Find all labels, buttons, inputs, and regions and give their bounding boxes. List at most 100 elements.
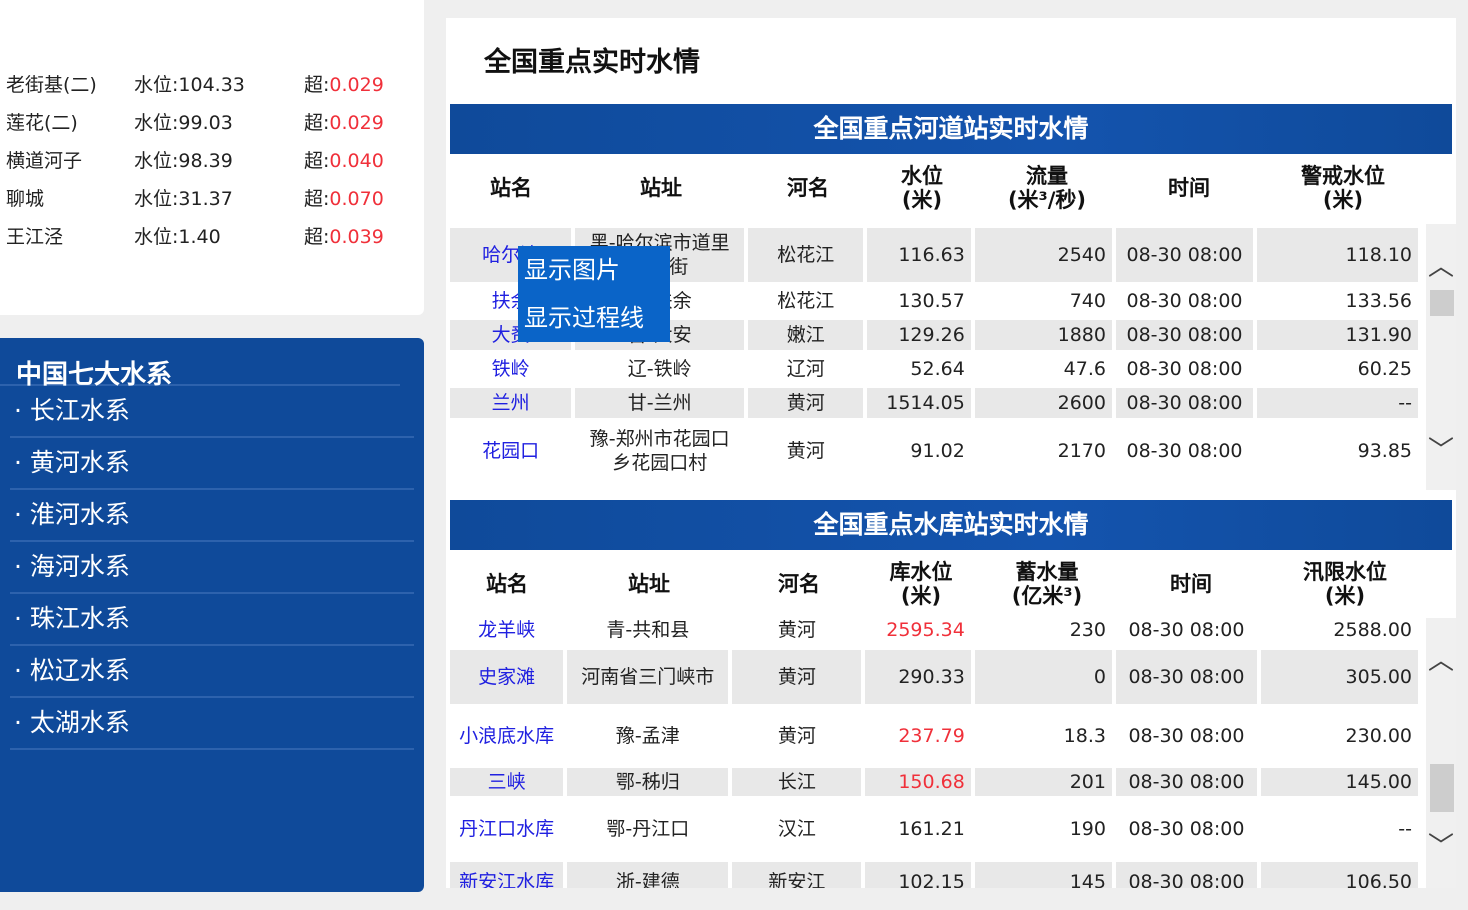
scroll-up-icon[interactable]: ︿: [1426, 246, 1456, 283]
water-level: 1514.05: [867, 388, 971, 418]
over-label: 超:: [304, 150, 330, 172]
limit-level: 131.90: [1257, 320, 1419, 350]
over-label: 超:: [304, 74, 330, 96]
station-name-link[interactable]: 王江泾: [6, 222, 134, 252]
water-level: 161.21: [898, 818, 965, 840]
time: 08-30 08:00: [1128, 725, 1245, 747]
table-row: 花园口 豫-郑州市花园口乡花园口村 黄河 91.02 2170 08-30 08:00 93…: [450, 422, 1422, 480]
scroll-down-icon[interactable]: ﹀: [1426, 430, 1456, 467]
time: 08-30 08:00: [1128, 818, 1245, 840]
river-name: 黄河: [777, 725, 816, 747]
limit-level: 2588.00: [1333, 619, 1412, 641]
river-name: 嫩江: [748, 320, 864, 350]
station-name-link[interactable]: 老街基(二): [6, 70, 134, 100]
menu-item-show-image[interactable]: 显示图片: [518, 246, 670, 294]
over-label: 超:: [304, 112, 330, 134]
river-name: 黄河: [748, 388, 864, 418]
station-name-link[interactable]: 新安江水库: [450, 862, 564, 888]
limit-level: 60.25: [1357, 358, 1413, 380]
column-header: 蓄水量 (亿米³): [1011, 560, 1083, 608]
water-level: 130.57: [898, 290, 965, 312]
river-name: 黄河: [777, 619, 816, 641]
realtime-water-panel: 全国重点实时水情 全国重点河道站实时水情 站名 站址 河名 水位 (米) 流量 (米³/秒)…: [446, 18, 1456, 888]
table-row: 三峡 鄂-秭归 长江 150.68 201 08-30 08:00 145.00: [450, 768, 1422, 796]
table-row: 小浪底水库 豫-孟津 黄河 237.79 18.3 08-30 08:00 230.00: [450, 708, 1422, 764]
scroll-up-icon[interactable]: ︿: [1426, 640, 1456, 677]
station-name-link[interactable]: 聊城: [6, 184, 134, 214]
station-name-link[interactable]: 花园口: [450, 422, 571, 480]
table-row: 新安江水库 浙-建德 新安江 102.15 145 08-30 08:00 106.50: [450, 862, 1422, 888]
table-row: 龙羊峡 青-共和县 黄河 2595.34 230 08-30 08:00 2588.00: [450, 614, 1422, 646]
station-name-link[interactable]: 史家滩: [450, 650, 564, 704]
station-name-link[interactable]: 铁岭: [450, 354, 571, 384]
over-value: 0.039: [329, 226, 384, 248]
water-system-link[interactable]: · 淮河水系: [10, 490, 414, 542]
flow-value: 47.6: [1063, 358, 1106, 380]
water-system-link[interactable]: · 海河水系: [10, 542, 414, 594]
time: 08-30 08:00: [1115, 228, 1254, 282]
flow-value: 145: [974, 862, 1112, 888]
table-row: 铁岭 辽-铁岭 辽河 52.64 47.6 08-30 08:00 60.25: [450, 354, 1422, 384]
water-level: 129.26: [867, 320, 971, 350]
over-amount: 超:0.029: [304, 108, 384, 138]
table-row: 史家滩 河南省三门峡市 黄河 290.33 0 08-30 08:00 305.00: [450, 650, 1422, 704]
alert-row: 聊城 水位:31.37 超:0.070: [6, 184, 384, 214]
water-level: 91.02: [910, 440, 965, 462]
river-name: 辽河: [786, 358, 825, 380]
water-level: 水位:99.03: [134, 112, 233, 134]
station-name-link[interactable]: 小浪底水库: [450, 708, 563, 764]
warning-station-list: 老街基(二) 水位:104.33 超:0.029 莲花(二) 水位:99.03 超:0.0…: [0, 0, 424, 315]
column-header: 站址: [640, 176, 682, 200]
river-table-title: 全国重点河道站实时水情: [450, 104, 1452, 154]
water-system-link[interactable]: · 珠江水系: [10, 594, 414, 646]
scroll-down-icon[interactable]: ﹀: [1426, 826, 1456, 863]
column-header: 站名: [490, 176, 532, 200]
water-system-link[interactable]: · 黄河水系: [10, 438, 414, 490]
station-name-link[interactable]: 龙羊峡: [450, 614, 563, 646]
station-name-link[interactable]: 丹江口水库: [450, 800, 563, 858]
water-system-link[interactable]: · 松辽水系: [10, 646, 414, 698]
over-amount: 超:0.070: [304, 184, 384, 214]
flow-value: 740: [1069, 290, 1106, 312]
scroll-thumb[interactable]: [1430, 764, 1454, 812]
menu-item-show-hydrograph[interactable]: 显示过程线: [518, 294, 670, 342]
over-value: 0.040: [329, 150, 384, 172]
water-level: 水位:1.40: [134, 226, 221, 248]
flow-value: 18.3: [1063, 725, 1106, 747]
water-level: 102.15: [865, 862, 971, 888]
water-level: 52.64: [910, 358, 965, 380]
flow-value: 2540: [974, 228, 1112, 282]
reservoir-table-body[interactable]: 龙羊峡 青-共和县 黄河 2595.34 230 08-30 08:00 2588.00 史家…: [450, 614, 1422, 888]
reservoir-table-header: 站名 站址 河名 库水位 (米) 蓄水量 (亿米³) 时间 汛限水位 (米): [450, 554, 1428, 614]
water-systems-title: 中国七大水系: [0, 338, 400, 390]
river-name: 黄河: [732, 650, 862, 704]
river-scrollbar[interactable]: ︿ ﹀: [1426, 224, 1456, 490]
flow-value: 0: [974, 650, 1112, 704]
water-level: 水位:31.37: [134, 188, 233, 210]
reservoir-scrollbar[interactable]: ︿ ﹀: [1426, 618, 1456, 888]
flow-value: 230: [1069, 619, 1106, 641]
flow-value: 2600: [974, 388, 1112, 418]
scroll-thumb[interactable]: [1430, 290, 1454, 316]
station-name-link[interactable]: 横道河子: [6, 146, 134, 176]
column-header: 河名: [787, 176, 829, 200]
alert-row: 老街基(二) 水位:104.33 超:0.029: [6, 70, 384, 100]
column-header: 站名: [486, 572, 528, 596]
time: 08-30 08:00: [1126, 358, 1243, 380]
station-name-link[interactable]: 兰州: [450, 388, 572, 418]
water-system-link[interactable]: · 太湖水系: [10, 698, 414, 750]
water-level: 150.68: [865, 768, 971, 796]
river-name: 松花江: [748, 228, 864, 282]
over-value: 0.029: [329, 112, 384, 134]
water-systems-panel: 中国七大水系 · 长江水系 · 黄河水系 · 淮河水系 · 海河水系 · 珠江水系 · 松…: [0, 338, 424, 892]
flow-value: 190: [1069, 818, 1106, 840]
station-name-link[interactable]: 三峡: [450, 768, 564, 796]
limit-level: 93.85: [1357, 440, 1413, 462]
station-name-link[interactable]: 莲花(二): [6, 108, 134, 138]
flow-value: 2170: [1057, 440, 1106, 462]
water-system-link[interactable]: · 长江水系: [10, 386, 414, 438]
column-header: 警戒水位 (米): [1301, 164, 1385, 212]
water-level: 290.33: [865, 650, 971, 704]
column-header: 河名: [778, 572, 820, 596]
time: 08-30 08:00: [1115, 768, 1257, 796]
